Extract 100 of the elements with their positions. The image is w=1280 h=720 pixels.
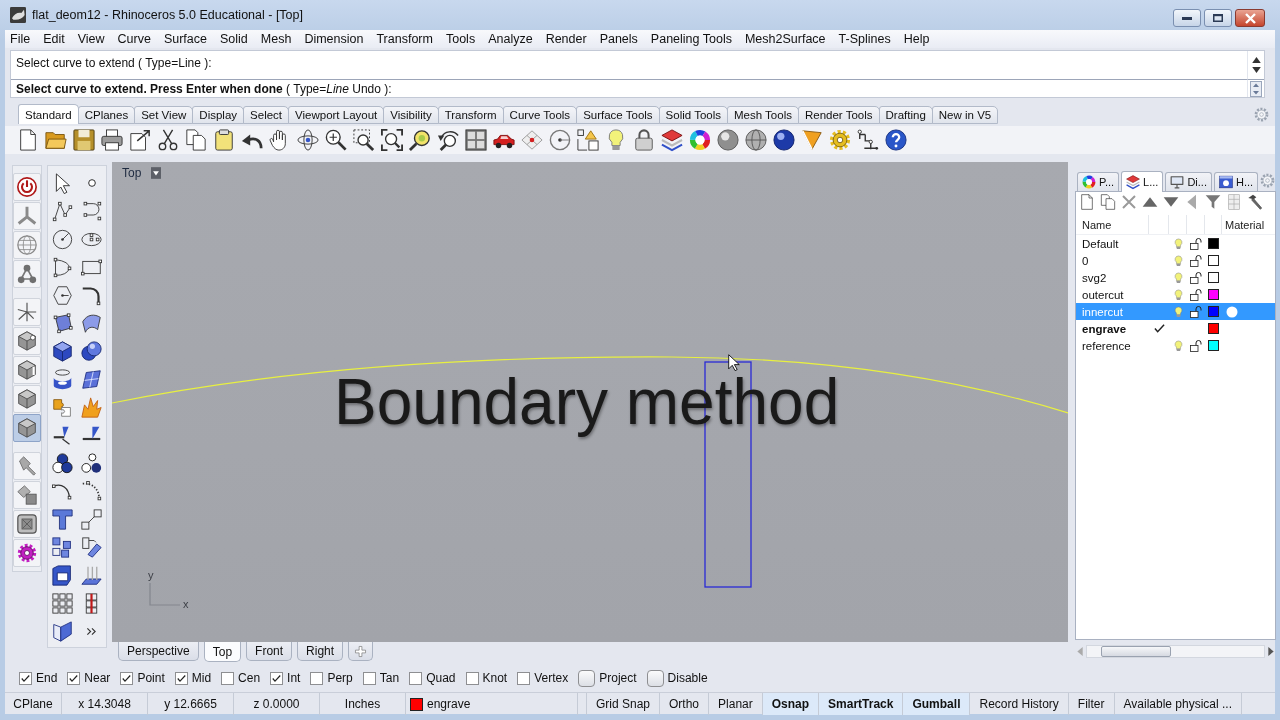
status-toggle[interactable]: Grid Snap <box>586 693 661 715</box>
overlapping-circles-icon[interactable] <box>52 452 73 474</box>
power-icon[interactable] <box>13 173 41 201</box>
zoom-undo-icon[interactable] <box>437 129 459 151</box>
status-toggle[interactable]: Ortho <box>660 693 710 715</box>
toolbar-tab[interactable]: Solid Tools <box>658 106 728 124</box>
column-header[interactable]: Name <box>1082 218 1112 231</box>
scroll-up-icon[interactable] <box>1251 57 1261 63</box>
layer-color-swatch[interactable] <box>1208 238 1219 249</box>
dimension-icon[interactable] <box>857 129 879 151</box>
cube-edge-icon[interactable] <box>13 356 41 384</box>
light-bulb-icon[interactable] <box>1172 253 1184 268</box>
toolbar-tab[interactable]: Display <box>192 106 245 124</box>
layer-row[interactable]: 0 <box>1076 252 1276 269</box>
new-page-icon[interactable] <box>1079 193 1095 210</box>
toolbar-tab[interactable]: New in V5 <box>931 106 999 124</box>
axis-arrows-icon[interactable] <box>13 298 41 326</box>
toolbar-tab[interactable]: Drafting <box>878 106 933 124</box>
color-wheel-icon[interactable] <box>689 129 711 151</box>
help-icon[interactable] <box>885 129 907 151</box>
scroll-right-icon[interactable] <box>1268 646 1275 656</box>
lock-icon[interactable] <box>633 129 655 151</box>
spheres-icon[interactable] <box>81 340 102 362</box>
cylinder-icon[interactable] <box>52 368 73 390</box>
viewport-tab[interactable]: Right <box>297 642 344 661</box>
status-toggle[interactable]: Filter <box>1068 693 1115 715</box>
zoom-extents-icon[interactable] <box>381 129 403 151</box>
unlocked-padlock-icon[interactable] <box>1190 288 1202 301</box>
cube-icon[interactable] <box>13 385 41 413</box>
checkbox[interactable] <box>362 671 376 685</box>
panel-tab[interactable]: H... <box>1213 172 1259 191</box>
scroll-down-icon[interactable] <box>1251 67 1261 73</box>
menu-item[interactable]: View <box>71 30 112 48</box>
cube-point-icon[interactable] <box>13 327 41 355</box>
control-point-curve-icon[interactable] <box>81 200 102 222</box>
angle-lines-icon[interactable] <box>52 424 73 446</box>
fillet-corner-icon[interactable] <box>81 284 102 306</box>
menu-item[interactable]: Transform <box>369 30 440 48</box>
cube-solid-icon[interactable] <box>52 340 73 362</box>
toggle-checkbox[interactable] <box>578 669 596 687</box>
menu-item[interactable]: Help <box>897 30 936 48</box>
toolbar-tab[interactable]: Viewport Layout <box>288 106 385 124</box>
checkbox[interactable] <box>409 671 423 685</box>
toolbar-tab[interactable]: Render Tools <box>797 106 880 124</box>
rotated-rectangle-icon[interactable] <box>81 536 102 558</box>
light-bulb-icon[interactable] <box>605 129 627 151</box>
x-mark-icon[interactable] <box>1121 193 1137 210</box>
toolbar-tab[interactable]: Visibility <box>383 106 439 124</box>
status-field[interactable]: Inches <box>320 693 406 715</box>
dot-cluster-icon[interactable] <box>81 452 102 474</box>
folder-icon[interactable] <box>45 129 67 151</box>
viewport-tab[interactable]: Top <box>203 642 242 662</box>
arc-points-icon[interactable] <box>52 256 73 278</box>
wireframe-sphere-icon[interactable] <box>745 129 767 151</box>
unlocked-padlock-icon[interactable] <box>1190 254 1202 267</box>
unlocked-padlock-icon[interactable] <box>1190 271 1202 284</box>
caret-icon[interactable] <box>151 167 162 179</box>
toolbar-tab[interactable]: Transform <box>437 106 504 124</box>
funnel-icon[interactable] <box>1205 193 1221 210</box>
status-field[interactable]: CPlane <box>5 693 62 715</box>
menu-item[interactable]: File <box>5 30 37 48</box>
cog-icon[interactable] <box>13 539 41 567</box>
viewport-tab[interactable]: Perspective <box>118 642 199 661</box>
menu-item[interactable]: Surface <box>157 30 214 48</box>
light-bulb-icon[interactable] <box>1172 338 1184 353</box>
hexagon-icon[interactable] <box>52 284 73 306</box>
layer-color-swatch[interactable] <box>1208 323 1219 334</box>
small-circle-icon[interactable] <box>87 179 96 187</box>
polyline-icon[interactable] <box>52 200 73 222</box>
spin-arrows-icon[interactable] <box>1250 80 1262 97</box>
material-circle-icon[interactable] <box>1226 305 1238 318</box>
panel-tab[interactable]: P... <box>1077 172 1120 191</box>
double-chevron-icon[interactable] <box>86 625 97 637</box>
viewport-title[interactable]: Top <box>120 165 144 181</box>
menu-item[interactable]: Mesh2Surface <box>738 30 833 48</box>
copy-icon[interactable] <box>185 129 207 151</box>
menu-item[interactable]: Render <box>539 30 594 48</box>
zoom-in-icon[interactable] <box>325 129 347 151</box>
notched-box-icon[interactable] <box>52 564 73 586</box>
page-arrow-icon[interactable] <box>129 129 151 151</box>
menu-item[interactable]: Edit <box>36 30 72 48</box>
layer-row[interactable]: Default <box>1076 235 1276 252</box>
toggle-checkbox[interactable] <box>646 669 664 687</box>
three-nodes-icon[interactable] <box>13 260 41 288</box>
cone-icon[interactable] <box>801 129 823 151</box>
grid-plane-icon[interactable] <box>521 129 543 151</box>
grid-squares-icon[interactable] <box>52 592 73 614</box>
toolbar-tab[interactable]: Surface Tools <box>576 106 660 124</box>
current-layer-name[interactable]: engrave <box>427 697 471 711</box>
menu-item[interactable]: Analyze <box>481 30 540 48</box>
starburst-icon[interactable] <box>81 396 102 418</box>
checkbox[interactable] <box>19 671 32 685</box>
scale-squares-icon[interactable] <box>81 508 102 530</box>
rectangle-icon[interactable] <box>81 256 102 278</box>
circle-radius-icon[interactable] <box>52 228 73 250</box>
checkbox[interactable] <box>174 671 188 685</box>
panel-tab[interactable]: L... <box>1121 171 1164 192</box>
globe-icon[interactable] <box>13 231 41 259</box>
checkbox[interactable] <box>221 671 235 685</box>
panel-tab[interactable]: Di... <box>1165 172 1212 191</box>
